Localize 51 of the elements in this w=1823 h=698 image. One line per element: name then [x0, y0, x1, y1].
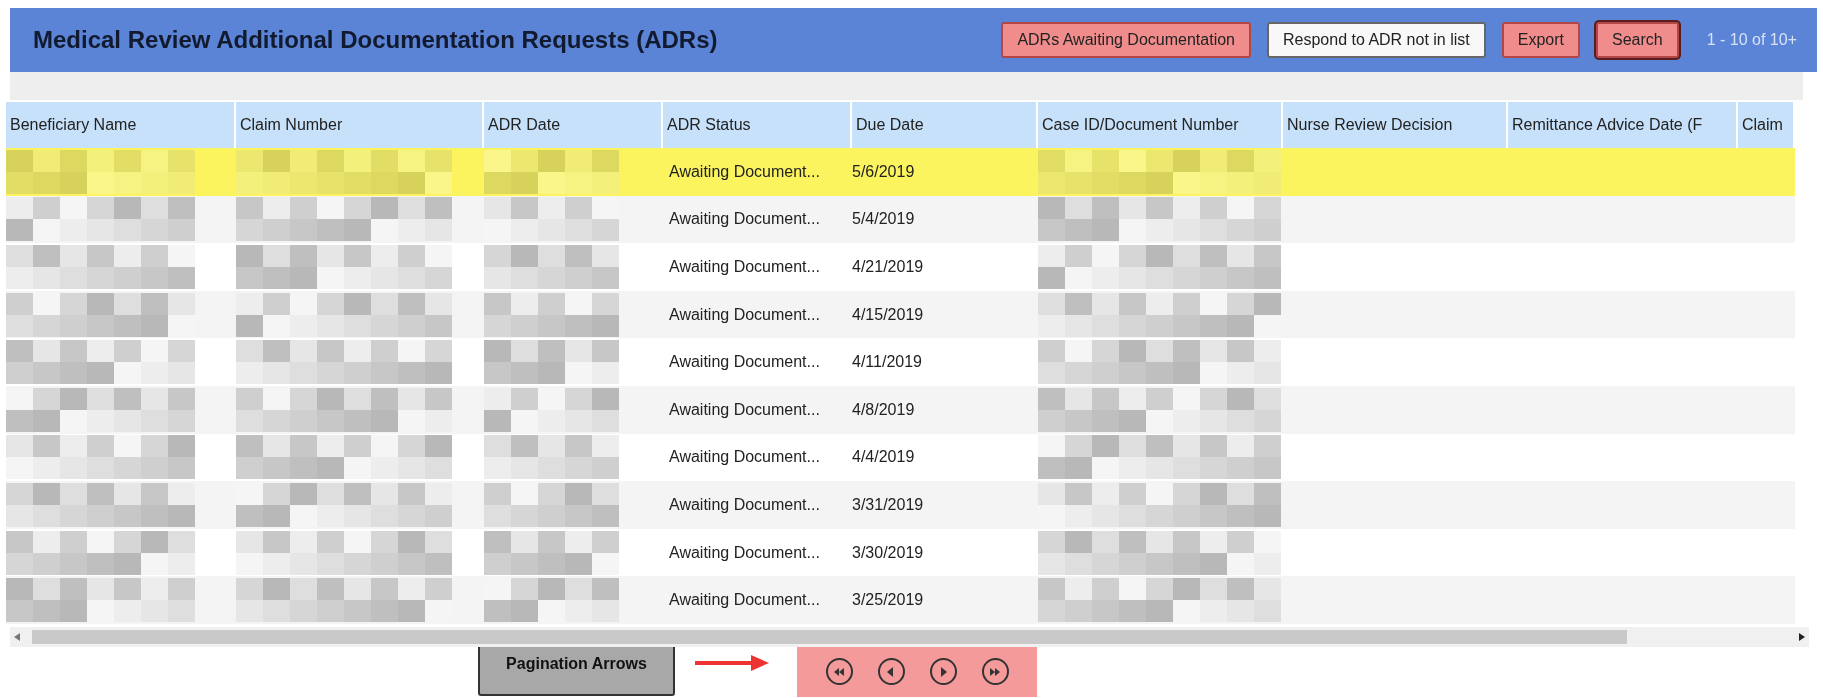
column-header[interactable]: ADR Date — [484, 102, 663, 148]
column-header[interactable]: Claim — [1738, 102, 1795, 148]
right-arrow-icon — [989, 665, 1001, 678]
status-cell-text: Awaiting Document... — [669, 257, 820, 277]
scroll-left-icon[interactable] — [14, 632, 20, 641]
date-cell-text: 4/15/2019 — [852, 304, 924, 325]
date-cell-text: 4/11/2019 — [852, 352, 922, 373]
status-cell-text: Awaiting Document... — [669, 209, 820, 230]
first-page-button[interactable] — [825, 658, 853, 686]
next-page-button[interactable] — [929, 658, 957, 686]
date-cell-text: 4/21/2019 — [852, 257, 924, 277]
left-arrow-icon — [833, 665, 845, 678]
column-header[interactable]: ADR Status — [663, 102, 852, 148]
date-cell-text: 5/4/2019 — [852, 209, 915, 230]
table-row[interactable]: Awaiting Document... 5/6/2019 — [6, 148, 1795, 196]
table-row[interactable]: Awaiting Document... 5/4/2019 — [6, 195, 1795, 244]
column-header[interactable]: Remittance Advice Date (F — [1508, 102, 1738, 148]
table-row[interactable]: Awaiting Document... 3/31/2019 — [6, 481, 1795, 529]
column-header[interactable]: Case ID/Document Number — [1038, 102, 1283, 148]
status-cell-text: Awaiting Document... — [669, 542, 820, 563]
date-cell-text: 5/6/2019 — [852, 161, 915, 182]
column-header[interactable]: Nurse Review Decision — [1283, 102, 1508, 148]
date-cell-text: 3/31/2019 — [852, 494, 924, 515]
date-cell-text: 3/30/2019 — [852, 542, 924, 563]
scroll-right-icon[interactable] — [1799, 632, 1805, 641]
last-page-button[interactable] — [981, 658, 1009, 686]
previous-page-button[interactable] — [877, 658, 905, 686]
status-cell-text: Awaiting Document... — [669, 399, 820, 420]
toolbar-button[interactable]: ADRs Awaiting Documentation — [1001, 21, 1251, 59]
page-range: 1 - 10 of 10+ — [1706, 30, 1797, 50]
scrollbar-thumb[interactable] — [32, 629, 1627, 644]
column-header[interactable]: Due Date — [852, 102, 1038, 148]
date-cell-text: 4/4/2019 — [852, 447, 915, 468]
status-cell-text: Awaiting Document... — [669, 447, 820, 468]
status-cell-text: Awaiting Document... — [669, 352, 820, 373]
table-row[interactable]: Awaiting Document... 4/8/2019 — [6, 385, 1795, 434]
date-cell-text: 3/25/2019 — [852, 590, 924, 611]
toolbar-button[interactable]: Search — [1596, 21, 1679, 59]
column-header[interactable]: Claim Number — [236, 102, 484, 148]
status-cell-text: Awaiting Document... — [669, 494, 820, 515]
horizontal-scrollbar[interactable] — [10, 626, 1809, 647]
status-cell-text: Awaiting Document... — [669, 590, 820, 611]
date-cell-text: 4/8/2019 — [852, 399, 915, 420]
page-title: Medical Review Additional Documentation Requests (ADRs) — [33, 25, 719, 55]
table-row[interactable]: Awaiting Document... 3/25/2019 — [6, 576, 1795, 624]
column-header[interactable]: Beneficiary Name — [6, 102, 236, 148]
toolbar-button[interactable]: Export — [1501, 21, 1580, 59]
table-row[interactable]: Awaiting Document... 4/15/2019 — [6, 290, 1795, 339]
toolbar-button[interactable]: Respond to ADR not in list — [1267, 21, 1486, 59]
status-cell-text: Awaiting Document... — [669, 161, 820, 182]
status-cell-text: Awaiting Document... — [669, 304, 820, 325]
